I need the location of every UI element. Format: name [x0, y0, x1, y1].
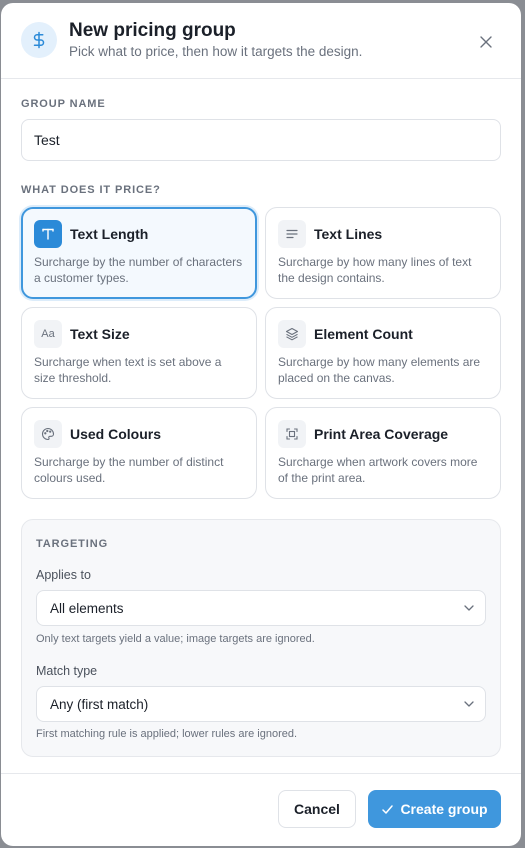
- option-title: Text Lines: [314, 226, 383, 242]
- option-description: Surcharge by how many lines of text the …: [278, 255, 472, 285]
- modal-footer: Cancel Create group: [1, 773, 521, 846]
- modal-subtitle: Pick what to price, then how it targets …: [69, 44, 363, 59]
- group-name-label: GROUP NAME: [21, 98, 106, 110]
- cancel-button[interactable]: Cancel: [278, 790, 356, 828]
- applies-to-hint: Only text targets yield a value; image t…: [36, 633, 315, 645]
- match-type-label: Match type: [36, 664, 98, 678]
- group-name-input[interactable]: [21, 119, 501, 161]
- applies-to-label: Applies to: [36, 568, 91, 582]
- option-description: Surcharge by how many elements are place…: [278, 355, 481, 385]
- palette-icon: [34, 420, 62, 448]
- layers-icon: [278, 320, 306, 348]
- applies-to-value: All elements: [50, 601, 124, 616]
- text-t-icon: [34, 220, 62, 248]
- close-button[interactable]: [475, 31, 497, 53]
- option-title: Text Length: [70, 226, 149, 242]
- option-card-text-length[interactable]: Text Length Surcharge by the number of c…: [21, 207, 257, 299]
- option-title: Text Size: [70, 326, 130, 342]
- option-title: Print Area Coverage: [314, 426, 449, 442]
- price-section-label: WHAT DOES IT PRICE?: [21, 184, 161, 196]
- modal-title: New pricing group: [69, 20, 236, 41]
- lines-icon: [278, 220, 306, 248]
- match-type-hint: First matching rule is applied; lower ru…: [36, 728, 298, 740]
- font-size-icon-text: Aa: [41, 328, 55, 340]
- create-group-button[interactable]: Create group: [368, 790, 501, 828]
- pricing-group-modal: New pricing group Pick what to price, th…: [1, 3, 521, 846]
- dollar-icon: [21, 22, 57, 58]
- applies-to-select[interactable]: All elements: [36, 590, 486, 626]
- option-card-text-size[interactable]: Aa Text Size Surcharge when text is set …: [21, 307, 257, 399]
- chevron-down-icon: [464, 605, 474, 611]
- targeting-panel: TARGETING Applies to All elements Only t…: [21, 519, 501, 757]
- font-size-icon: Aa: [34, 320, 62, 348]
- frame-icon: [278, 420, 306, 448]
- option-title: Used Colours: [70, 426, 162, 442]
- option-title: Element Count: [314, 326, 413, 342]
- option-card-text-lines[interactable]: Text Lines Surcharge by how many lines o…: [265, 207, 501, 299]
- modal-header: New pricing group Pick what to price, th…: [1, 3, 521, 79]
- option-description: Surcharge when text is set above a size …: [34, 355, 222, 385]
- check-icon: [382, 804, 394, 814]
- option-description: Surcharge by the number of characters a …: [34, 255, 243, 285]
- close-icon: [480, 36, 492, 48]
- match-type-value: Any (first match): [50, 697, 149, 712]
- chevron-down-icon: [464, 701, 474, 707]
- option-card-element-count[interactable]: Element Count Surcharge by how many elem…: [265, 307, 501, 399]
- option-card-used-colours[interactable]: Used Colours Surcharge by the number of …: [21, 407, 257, 499]
- option-description: Surcharge when artwork covers more of th…: [278, 455, 478, 485]
- option-description: Surcharge by the number of distinct colo…: [34, 455, 224, 485]
- option-card-print-area-coverage[interactable]: Print Area Coverage Surcharge when artwo…: [265, 407, 501, 499]
- create-group-label: Create group: [400, 801, 488, 817]
- match-type-select[interactable]: Any (first match): [36, 686, 486, 722]
- targeting-label: TARGETING: [36, 538, 109, 550]
